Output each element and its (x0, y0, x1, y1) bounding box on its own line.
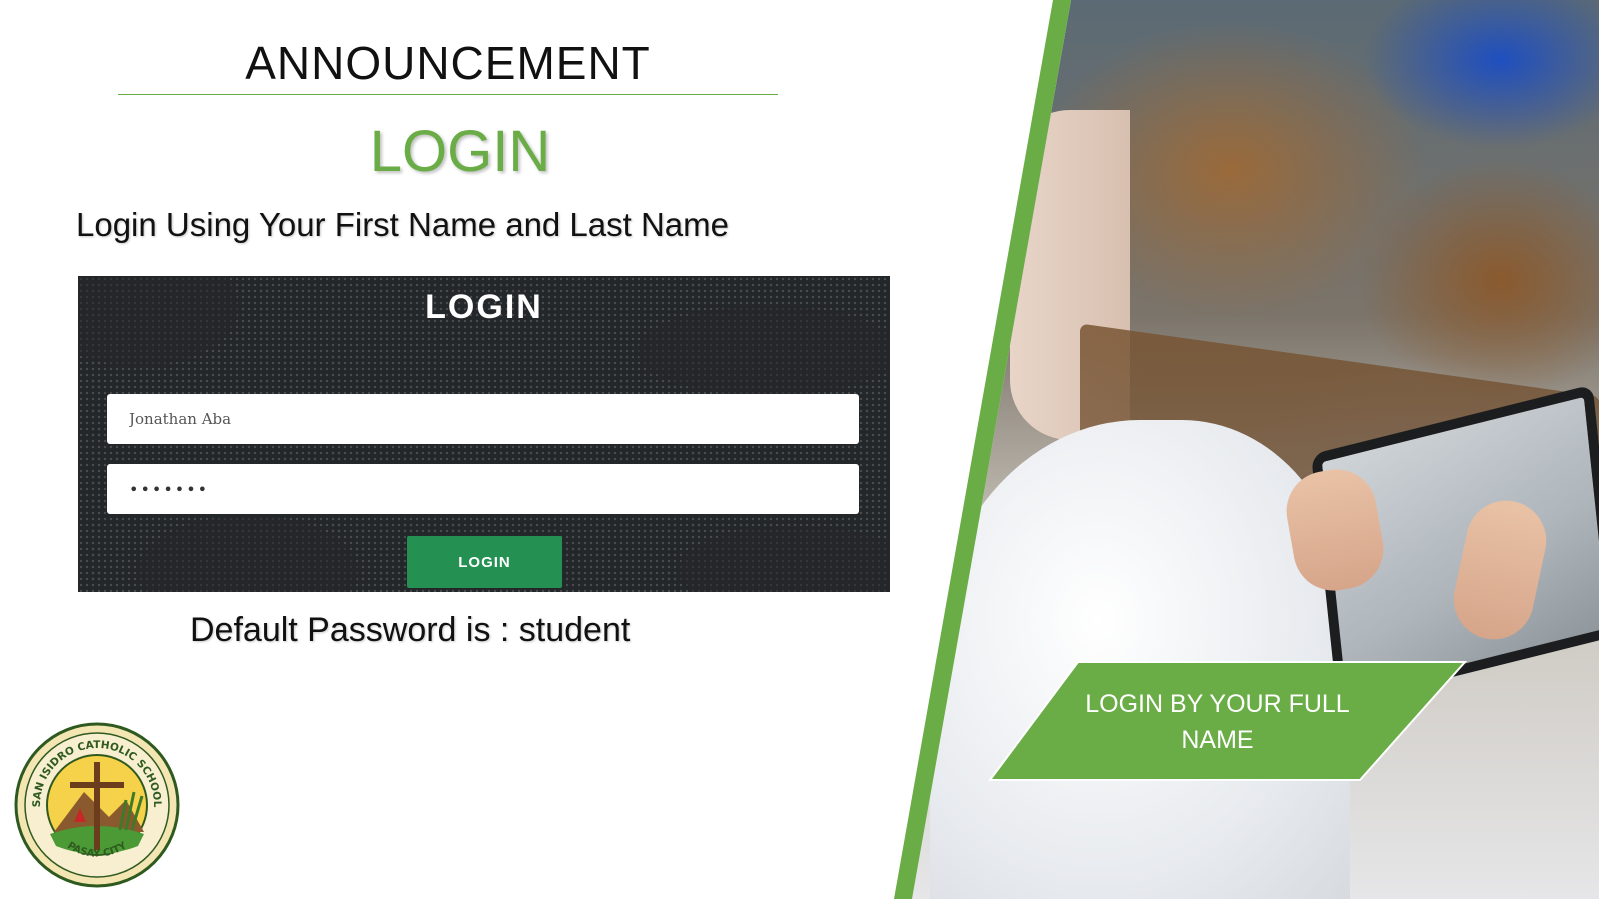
announcement-slide: ANNOUNCEMENT LOGIN Login Using Your Firs… (0, 0, 1599, 899)
callout-text: LOGIN BY YOUR FULL NAME (1050, 686, 1385, 758)
callout-line-1: LOGIN BY YOUR FULL (1085, 690, 1350, 718)
default-password-note: Default Password is : student (190, 611, 631, 649)
username-input[interactable] (107, 394, 859, 444)
password-input[interactable] (107, 464, 859, 514)
school-seal-logo: SAN ISIDRO CATHOLIC SCHOOL PASAY CITY (14, 722, 180, 888)
login-instruction: Login Using Your First Name and Last Nam… (76, 206, 730, 243)
login-form-title: LOGIN (425, 288, 543, 326)
title-divider (118, 94, 778, 95)
callout-line-2: NAME (1181, 726, 1254, 754)
login-heading: LOGIN (369, 119, 551, 184)
login-button[interactable]: LOGIN (407, 536, 562, 588)
announcement-title: ANNOUNCEMENT (245, 37, 651, 89)
login-form-panel: LOGIN LOGIN (78, 276, 890, 592)
